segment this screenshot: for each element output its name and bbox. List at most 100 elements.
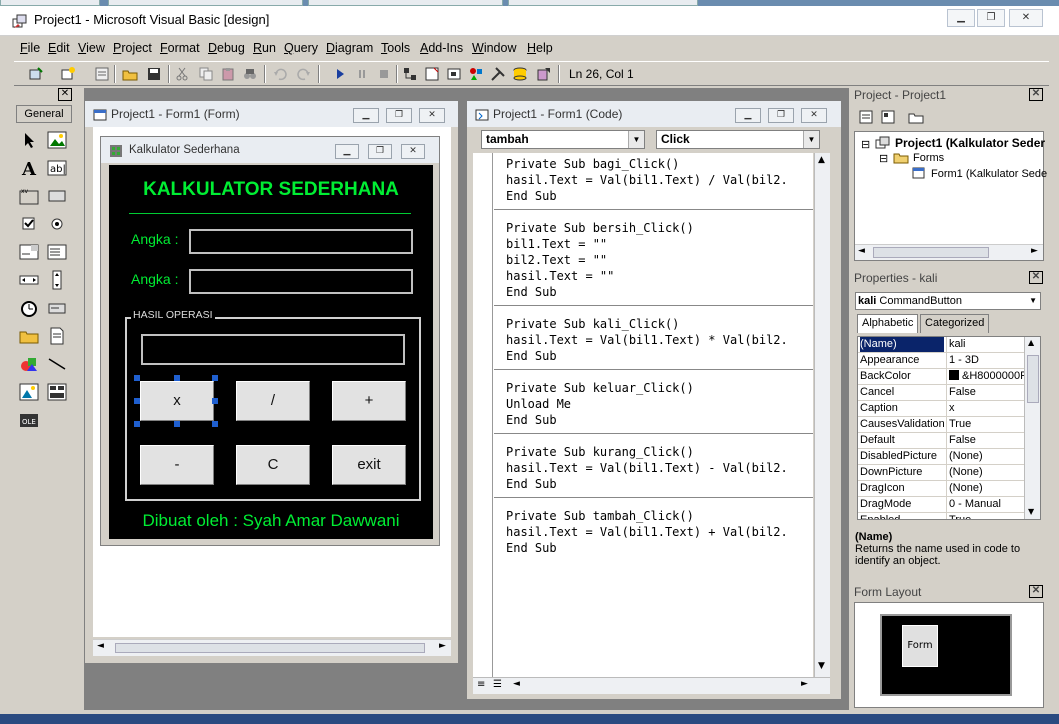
save-project-icon[interactable] — [146, 66, 162, 82]
property-value[interactable]: 0 - Manual — [946, 497, 1024, 512]
property-value[interactable]: x — [946, 401, 1024, 416]
property-value[interactable]: &H8000000F — [946, 369, 1024, 384]
tree-project-node[interactable]: Project1 (Kalkulator Seder — [895, 136, 1045, 150]
tree-form1-node[interactable]: Form1 (Kalkulator Sede — [931, 168, 1047, 180]
minimize-button[interactable]: ▁ — [735, 108, 761, 123]
maximize-button[interactable]: ❐ — [768, 108, 794, 123]
object-browser-icon[interactable] — [468, 66, 484, 82]
menu-tools[interactable]: Tools — [381, 41, 410, 55]
property-grid[interactable]: (Name) kali Appearance 1 - 3D BackColor &H800… — [857, 336, 1041, 520]
tree-hscrollbar[interactable]: ◄ ► — [855, 244, 1043, 260]
calculator-heading[interactable]: KALKULATOR SEDERHANA — [109, 179, 433, 201]
code-line[interactable]: bil1.Text = "" — [506, 237, 607, 251]
picturebox-icon[interactable] — [46, 130, 68, 150]
property-value[interactable]: True — [946, 417, 1024, 432]
view-code-icon[interactable] — [858, 109, 874, 125]
scroll-left-icon[interactable]: ◄ — [513, 679, 520, 689]
commandbutton-icon[interactable] — [46, 186, 68, 206]
toolbox-icon[interactable] — [490, 66, 506, 82]
scroll-down-icon[interactable]: ▼ — [818, 661, 825, 671]
chevron-down-icon[interactable]: ▼ — [803, 131, 819, 148]
menu-debug[interactable]: Debug — [208, 41, 245, 55]
code-line[interactable]: Private Sub keluar_Click() — [506, 381, 694, 395]
menu-help[interactable]: Help — [527, 41, 553, 55]
resize-handle[interactable] — [212, 421, 218, 427]
code-line[interactable]: End Sub — [506, 413, 557, 427]
property-row[interactable]: Enabled True — [858, 513, 1024, 519]
menu-addins[interactable]: Add-Ins — [420, 41, 463, 55]
close-icon[interactable]: ✕ — [58, 88, 72, 101]
code-line[interactable]: End Sub — [506, 285, 557, 299]
angka-label-1[interactable]: Angka : — [131, 231, 178, 247]
designer-hscrollbar[interactable]: ◄ ► — [93, 639, 451, 656]
code-line[interactable]: hasil.Text = Val(bil1.Text) * Val(bil2. — [506, 333, 788, 347]
form-layout-icon[interactable] — [446, 66, 462, 82]
find-icon[interactable] — [242, 66, 258, 82]
chevron-down-icon[interactable]: ▼ — [1029, 293, 1037, 309]
code-line[interactable]: Private Sub kurang_Click() — [506, 445, 694, 459]
menu-window[interactable]: Window — [472, 41, 516, 55]
code-line[interactable]: bil2.Text = "" — [506, 253, 607, 267]
menu-edit[interactable]: Edit — [48, 41, 70, 55]
dirlistbox-icon[interactable] — [18, 326, 40, 346]
tambah-button[interactable]: + — [332, 381, 406, 421]
data-control-icon[interactable] — [46, 382, 68, 402]
vb-form-titlebar[interactable]: Kalkulator Sederhana ▁ ❐ ✕ — [101, 137, 439, 163]
property-row[interactable]: CausesValidation True — [858, 417, 1024, 433]
full-module-view-icon[interactable]: ☰ — [493, 679, 502, 690]
keluar-button[interactable]: exit — [332, 445, 406, 485]
property-row[interactable]: Default False — [858, 433, 1024, 449]
toggle-folders-icon[interactable] — [908, 109, 924, 125]
credit-label[interactable]: Dibuat oleh : Syah Amar Dawwani — [109, 511, 433, 531]
bagi-button[interactable]: / — [236, 381, 310, 421]
hscrollbar-icon[interactable] — [18, 270, 40, 290]
property-row[interactable]: DragMode 0 - Manual — [858, 497, 1024, 513]
resize-handle[interactable] — [134, 421, 140, 427]
break-icon[interactable] — [354, 66, 370, 82]
resize-handle[interactable] — [174, 421, 180, 427]
component-manager-icon[interactable] — [536, 66, 552, 82]
scroll-up-icon[interactable]: ▲ — [1028, 338, 1034, 347]
label-icon[interactable]: A — [18, 158, 40, 178]
maximize-button[interactable]: ❐ — [977, 9, 1005, 27]
scroll-left-icon[interactable]: ◄ — [858, 246, 865, 256]
properties-window-icon[interactable] — [424, 66, 440, 82]
cut-icon[interactable] — [174, 66, 190, 82]
toolbox-general-tab[interactable]: General — [16, 105, 72, 123]
property-row[interactable]: DisabledPicture (None) — [858, 449, 1024, 465]
procedure-combo[interactable]: Click ▼ — [656, 130, 820, 149]
combobox-icon[interactable] — [18, 242, 40, 262]
tree-expander-icon[interactable]: ⊟ — [879, 152, 888, 165]
filelistbox-icon[interactable] — [46, 326, 68, 346]
code-line[interactable]: End Sub — [506, 189, 557, 203]
property-row[interactable]: Cancel False — [858, 385, 1024, 401]
angka-label-2[interactable]: Angka : — [131, 271, 178, 287]
code-line[interactable]: hasil.Text = Val(bil1.Text) - Val(bil2. — [506, 461, 788, 475]
vscrollbar-icon[interactable] — [46, 270, 68, 290]
resize-handle[interactable] — [134, 398, 140, 404]
tree-forms-folder[interactable]: Forms — [913, 152, 944, 164]
resize-handle[interactable] — [212, 375, 218, 381]
hasil-operasi-caption[interactable]: HASIL OPERASI — [131, 309, 215, 321]
property-value[interactable]: True — [946, 513, 1024, 519]
image-icon[interactable] — [18, 382, 40, 402]
vb-form-client-area[interactable]: KALKULATOR SEDERHANA Angka : Angka : HAS… — [109, 165, 433, 539]
scroll-up-icon[interactable]: ▲ — [818, 155, 825, 165]
undo-icon[interactable] — [272, 66, 288, 82]
minimize-button[interactable]: ▁ — [947, 9, 975, 27]
scroll-thumb[interactable] — [115, 643, 425, 653]
line-icon[interactable] — [46, 354, 68, 374]
menu-editor-icon[interactable] — [94, 66, 110, 82]
pointer-icon[interactable] — [18, 130, 40, 150]
scroll-right-icon[interactable]: ► — [439, 641, 446, 651]
project-tree[interactable]: ⊟ Project1 (Kalkulator Seder ⊟ Forms For… — [854, 131, 1047, 261]
menu-run[interactable]: Run — [253, 41, 276, 55]
close-icon[interactable]: ✕ — [1029, 271, 1043, 284]
checkbox-icon[interactable] — [18, 214, 40, 234]
property-value[interactable]: (None) — [946, 465, 1024, 480]
paste-icon[interactable] — [220, 66, 236, 82]
textbox-icon[interactable]: ab| — [46, 158, 68, 178]
code-margin[interactable] — [473, 153, 493, 677]
scroll-down-icon[interactable]: ▼ — [1028, 507, 1034, 516]
resize-handle[interactable] — [212, 398, 218, 404]
